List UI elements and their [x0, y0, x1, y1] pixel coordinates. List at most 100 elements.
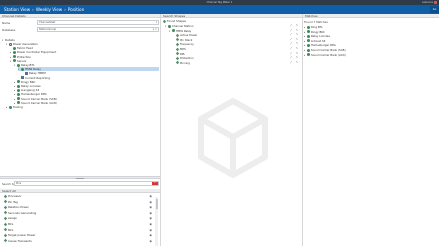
eye-icon[interactable]: ◉ [149, 216, 152, 221]
list-item-label: Cause Transients [8, 238, 32, 243]
shape-row-tools[interactable]: ⤢ ✎ [290, 29, 302, 33]
list-item-label: BCL [8, 222, 14, 226]
list-item-label: Pin Tag [8, 199, 18, 204]
node-icon [17, 80, 20, 84]
shape-item-label: MPS [180, 47, 186, 51]
horizontal-splitter[interactable] [0, 176, 160, 179]
node-icon [9, 105, 12, 109]
select-all-label[interactable]: Select All [2, 189, 16, 193]
channel-icon [3, 211, 8, 215]
match-icon [307, 43, 310, 47]
list-header: Select All [0, 189, 160, 193]
node-icon [17, 84, 20, 88]
panel-divider[interactable] [160, 14, 161, 246]
shape-icon [175, 56, 180, 60]
channel-icon [3, 216, 8, 221]
breadcrumb-item[interactable]: Position [68, 7, 84, 12]
clear-filter-button[interactable]: ✕ [152, 182, 158, 185]
list-item[interactable]: Assign ◉ [1, 216, 154, 221]
node-icon [25, 71, 28, 75]
matches-header: Matches [303, 14, 439, 18]
eye-icon[interactable]: ◉ [149, 194, 152, 199]
field-label: Database [2, 28, 16, 32]
close-button[interactable] [434, 1, 437, 4]
shape-row-tools[interactable]: ⤢ ✎ [290, 38, 302, 42]
match-icon [307, 48, 310, 52]
shape-row-tools[interactable]: ⤢ ✎ [290, 24, 302, 28]
list-item[interactable]: Pin Tag ◉ [1, 200, 154, 205]
match-icon [307, 30, 310, 34]
tree-item[interactable]: ▸ Tooling [6, 105, 23, 109]
channel-details-header: Channel Details [0, 14, 160, 18]
chevron-down-icon[interactable]: ▾ ✕ [153, 28, 157, 32]
eye-icon[interactable]: ◉ [149, 239, 152, 244]
shape-row-tools[interactable]: ⤢ ✎ [290, 33, 302, 37]
node-icon [13, 55, 16, 59]
eye-icon[interactable]: ◉ [149, 200, 152, 205]
search-shapes-header: Search Shapes [161, 14, 302, 18]
filter-input[interactable]: Pins [14, 181, 159, 186]
node-icon [17, 101, 20, 105]
shape-icon [162, 19, 167, 23]
shape-row-tools[interactable]: ⤢ ✎ [290, 56, 302, 60]
eye-icon[interactable]: ◉ [149, 211, 152, 216]
channel-icon [3, 233, 8, 237]
node-icon [17, 88, 20, 92]
tree-item-label: Sound Carrier Bank (ACD) [21, 100, 58, 105]
shape-row-tools[interactable]: ⤢ ✎ [290, 52, 302, 56]
eye-icon[interactable]: ◉ [149, 233, 152, 238]
list-item[interactable]: Seconds Generating ◉ [1, 211, 154, 216]
list-item[interactable]: Processor ◉ [1, 194, 154, 199]
breadcrumb-item[interactable]: Weekly View [36, 7, 62, 12]
shape-row-tools[interactable]: ⤢ ✎ [290, 47, 302, 51]
splitter-grip[interactable] [76, 177, 84, 179]
breadcrumb-item[interactable]: Station View [4, 7, 30, 12]
channel-icon [3, 222, 8, 226]
match-item-label: Hamesburger RPG [311, 43, 336, 48]
match-count: Found 7 Matches [304, 20, 328, 24]
section-title: Matches [305, 14, 318, 18]
list-item-label: Processor [8, 194, 22, 198]
panel-divider[interactable] [302, 14, 303, 246]
match-item-label: Ringy BKC [311, 29, 325, 34]
name-select[interactable]: ChannelsSet ▾ [37, 20, 159, 25]
shape-item-label: Pin Stack [180, 37, 193, 42]
eye-icon[interactable]: ◉ [149, 222, 152, 227]
chevron-down-icon[interactable]: ▾ [156, 21, 157, 25]
eye-icon[interactable]: ◉ [149, 205, 152, 210]
shape-item[interactable]: Pinning [173, 61, 190, 66]
shape-item-label: HMW Relay [176, 28, 192, 33]
list-item[interactable]: Cause Transients ◉ [1, 239, 154, 244]
list-item[interactable]: BCL ◉ [1, 222, 154, 227]
breadcrumb: Station View › Weekly View › Position [4, 5, 84, 14]
list-item-label: Seconds Generating [8, 210, 37, 215]
shape-icon [175, 47, 180, 51]
node-icon [13, 50, 16, 54]
match-item[interactable]: ▸ Sound Carrier Bank (ACD) [304, 53, 346, 58]
match-icon [307, 53, 310, 57]
list-item-label: Assign [8, 216, 18, 221]
subtitle-text: Found Shapes [167, 19, 186, 23]
channel-icon [3, 205, 8, 209]
eye-icon[interactable]: ◉ [149, 228, 152, 233]
list-scrollbar[interactable] [155, 197, 158, 246]
breadcrumb-separator: › [64, 7, 66, 12]
section-title: Channel Details [2, 14, 26, 18]
list-item[interactable]: BCL ◉ [1, 228, 154, 233]
channel-icon [3, 194, 8, 198]
scroll-thumb[interactable] [155, 199, 158, 209]
shape-row-tools[interactable]: ⤢ ✎ [290, 42, 302, 46]
found-shapes-label: Found Shapes [162, 19, 186, 24]
list-item[interactable]: Relation Power ◉ [1, 205, 154, 210]
filter-value: Pins [16, 182, 22, 185]
shape-icon [175, 51, 180, 56]
shape-item-label: Channel Station [172, 24, 194, 28]
list-item[interactable]: Target power Power ◉ [1, 233, 154, 238]
match-item-label: Ring BTL [311, 25, 323, 29]
breadcrumb-separator: › [32, 7, 34, 12]
header-action-button[interactable]: Go [430, 6, 439, 13]
node-icon [13, 59, 16, 63]
shape-row-tools[interactable]: ⤢ ✎ [290, 61, 302, 65]
node-icon [21, 76, 24, 80]
database-select[interactable]: StationGroup ▾ ✕ [37, 27, 159, 32]
